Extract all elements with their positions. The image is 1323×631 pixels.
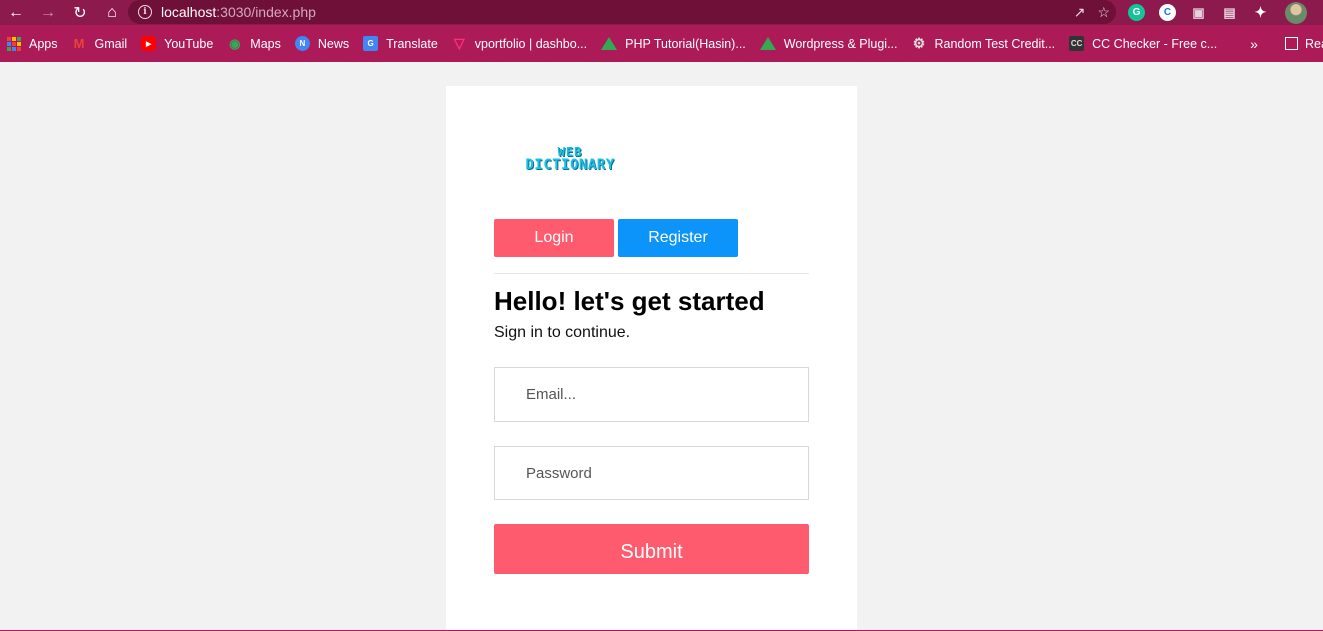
reload-icon[interactable]: ↻	[64, 0, 96, 25]
youtube-icon: ▶	[141, 36, 157, 51]
bookmark-label: Maps	[250, 36, 281, 51]
gear-icon: ⚙	[912, 35, 926, 51]
divider	[494, 273, 809, 274]
bookmarks-bar: Apps M Gmail ▶ YouTube ◉ Maps N News G T…	[0, 25, 1323, 62]
password-field[interactable]	[494, 446, 809, 500]
bookmark-label: Random Test Credit...	[934, 36, 1056, 51]
bookmark-label: Apps	[29, 36, 58, 51]
forward-arrow-icon[interactable]: →	[32, 0, 64, 25]
c-extension-icon[interactable]: C	[1159, 4, 1176, 21]
extensions-puzzle-icon[interactable]: ✦	[1252, 4, 1269, 21]
bookmark-php-tutorial[interactable]: PHP Tutorial(Hasin)...	[594, 25, 753, 62]
bookmark-vportfolio[interactable]: ▽ vportfolio | dashbo...	[445, 25, 594, 62]
profile-avatar[interactable]	[1285, 1, 1307, 24]
url-text[interactable]: localhost:3030/index.php	[161, 4, 316, 20]
bookmark-label: vportfolio | dashbo...	[474, 36, 588, 51]
grammarly-extension-icon[interactable]: G	[1128, 4, 1145, 21]
translate-icon: G	[363, 36, 379, 51]
email-field[interactable]	[494, 367, 809, 422]
bookmark-apps[interactable]: Apps	[0, 25, 65, 62]
url-path: :3030/index.php	[216, 4, 316, 20]
logo-line2: DICTIONARY	[525, 157, 615, 173]
bookmark-label: News	[317, 36, 350, 51]
more-bookmarks-button[interactable]: »	[1244, 36, 1264, 52]
login-card: WEB DICTIONARY Login Register Hello! let…	[446, 86, 857, 631]
submit-button[interactable]: Submit	[494, 524, 809, 574]
news-icon: N	[294, 36, 310, 51]
gmail-icon: M	[73, 36, 85, 51]
bookmark-wordpress[interactable]: Wordpress & Plugi...	[753, 25, 905, 62]
bookmark-cc-checker[interactable]: CC CC Checker - Free c...	[1062, 25, 1224, 62]
page-title: Hello! let's get started	[494, 286, 765, 316]
register-tab-button[interactable]: Register	[618, 219, 738, 257]
page-subtitle: Sign in to continue.	[494, 324, 631, 341]
bookmark-label: YouTube	[164, 36, 214, 51]
home-icon[interactable]: ⌂	[96, 0, 128, 25]
address-bar[interactable]: i localhost:3030/index.php ↗ ☆	[128, 0, 1116, 24]
browser-toolbar: ← → ↻ ⌂ i localhost:3030/index.php ↗ ☆ G…	[0, 0, 1323, 25]
reading-list-icon	[1284, 37, 1298, 50]
bookmark-label: PHP Tutorial(Hasin)...	[625, 36, 746, 51]
bookmark-translate[interactable]: G Translate	[356, 25, 445, 62]
cc-checker-icon: CC	[1069, 36, 1085, 51]
apps-grid-icon	[7, 36, 21, 51]
share-icon[interactable]: ↗	[1074, 4, 1086, 21]
back-arrow-icon[interactable]: ←	[0, 0, 32, 25]
bookmark-gmail[interactable]: M Gmail	[65, 25, 135, 62]
bookmark-news[interactable]: N News	[288, 25, 356, 62]
vportfolio-icon: ▽	[453, 35, 465, 51]
web-dictionary-logo: WEB DICTIONARY	[500, 146, 640, 176]
bookmark-youtube[interactable]: ▶ YouTube	[134, 25, 220, 62]
bookmark-random-test-credit[interactable]: ⚙ Random Test Credit...	[904, 25, 1062, 62]
window-extension-icon[interactable]: ▤	[1221, 4, 1238, 21]
bookmark-label: Gmail	[94, 36, 128, 51]
reading-list-label: Reading	[1304, 36, 1323, 51]
login-tab-button[interactable]: Login	[494, 219, 614, 257]
url-host: localhost	[161, 4, 217, 20]
bookmark-maps[interactable]: ◉ Maps	[220, 25, 288, 62]
bookmark-label: Translate	[386, 36, 438, 51]
bookmark-label: CC Checker - Free c...	[1092, 36, 1218, 51]
google-drive-icon	[601, 37, 618, 50]
bookmark-label: Wordpress & Plugi...	[783, 36, 898, 51]
site-info-icon[interactable]: i	[138, 5, 152, 19]
camera-extension-icon[interactable]: ▣	[1190, 4, 1207, 21]
maps-icon: ◉	[229, 35, 241, 51]
google-drive-icon	[759, 37, 776, 50]
bookmark-star-icon[interactable]: ☆	[1097, 4, 1110, 21]
reading-list-button[interactable]: Reading	[1278, 25, 1323, 62]
